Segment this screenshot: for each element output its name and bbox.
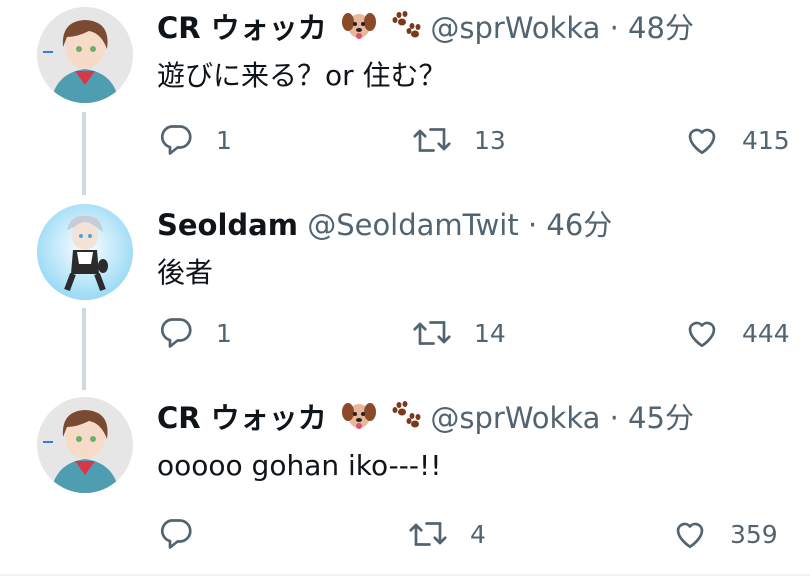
- tweet-header: CR ウォッカ @sprWokka ·: [157, 398, 694, 440]
- reply-count: 1: [216, 318, 232, 348]
- reply-button[interactable]: 1: [158, 120, 232, 160]
- avatar[interactable]: [37, 204, 133, 300]
- tweet[interactable]: CR ウォッカ @sprWokka ·: [0, 0, 810, 195]
- separator-dot: ·: [609, 11, 619, 45]
- retweet-count: 14: [474, 318, 506, 348]
- reply-button[interactable]: [158, 514, 216, 554]
- heart-icon: [688, 128, 716, 155]
- retweet-icon: [413, 321, 451, 345]
- tweet[interactable]: Seoldam @SeoldamTwit · 46分 後者 1 14 444: [0, 195, 810, 390]
- author-name[interactable]: Seoldam: [157, 208, 298, 242]
- thread-connector-line: [82, 112, 86, 195]
- like-button[interactable]: 415: [684, 120, 790, 160]
- divider: [0, 574, 810, 576]
- paw-prints-emoji: [391, 10, 421, 50]
- tweet[interactable]: CR ウォッカ @sprWokka ·: [0, 390, 810, 580]
- like-count: 359: [730, 519, 778, 549]
- tweet-text: 遊びに来る？or 住む？: [157, 59, 447, 92]
- author-handle[interactable]: @sprWokka: [430, 11, 600, 45]
- timestamp[interactable]: 48分: [628, 11, 694, 45]
- timestamp[interactable]: 45分: [628, 401, 694, 435]
- author-name[interactable]: CR ウォッカ: [157, 11, 327, 45]
- retweet-count: 4: [470, 519, 486, 549]
- separator-dot: ·: [527, 208, 538, 242]
- reply-icon: [160, 519, 192, 549]
- retweet-button[interactable]: 4: [408, 514, 486, 554]
- retweet-button[interactable]: 14: [412, 313, 506, 353]
- tweet-header: CR ウォッカ @sprWokka ·: [157, 8, 694, 50]
- retweet-count: 13: [474, 125, 506, 155]
- retweet-icon: [409, 522, 447, 546]
- like-button[interactable]: 359: [672, 514, 778, 554]
- paw-prints-emoji: [391, 400, 421, 440]
- heart-icon: [688, 321, 716, 348]
- avatar[interactable]: [37, 7, 133, 103]
- heart-icon: [676, 522, 704, 549]
- thread-connector-line: [82, 308, 86, 390]
- like-count: 444: [742, 318, 790, 348]
- reply-count: 1: [216, 125, 232, 155]
- author-name[interactable]: CR ウォッカ: [157, 401, 327, 435]
- dog-face-emoji: [341, 10, 376, 50]
- separator-dot: ·: [609, 401, 619, 435]
- reply-icon: [160, 125, 192, 155]
- author-handle[interactable]: @SeoldamTwit: [307, 208, 519, 242]
- retweet-icon: [413, 128, 451, 152]
- reply-icon: [160, 318, 192, 348]
- timestamp[interactable]: 46分: [546, 208, 612, 242]
- like-count: 415: [742, 125, 790, 155]
- tweet-header: Seoldam @SeoldamTwit · 46分: [157, 205, 612, 245]
- like-button[interactable]: 444: [684, 313, 790, 353]
- tweet-text: 後者: [157, 256, 214, 289]
- tweet-text: ooooo gohan iko---!!: [157, 449, 442, 482]
- reply-button[interactable]: 1: [158, 313, 232, 353]
- avatar[interactable]: [37, 397, 133, 493]
- retweet-button[interactable]: 13: [412, 120, 506, 160]
- author-handle[interactable]: @sprWokka: [430, 401, 600, 435]
- dog-face-emoji: [341, 400, 376, 440]
